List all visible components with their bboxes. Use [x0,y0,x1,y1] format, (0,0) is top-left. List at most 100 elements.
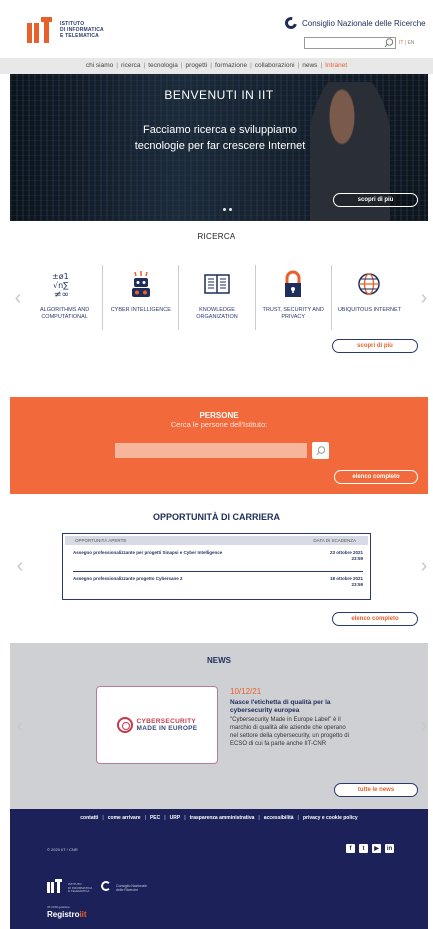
svg-text:±ø1: ±ø1 [52,272,69,281]
nav-item-formazione[interactable]: formazione [215,62,247,69]
news-body: "Cybersecurity Made in Europe Label" è i… [230,717,349,747]
main-nav: chi siamo | ricerca | tecnologia | progetti | fo… [0,58,433,74]
ricerca-item-label: KNOWLEDGE ORGANIZATION [196,307,238,320]
col-header-open: OPPORTUNITÀ APERTE [75,538,127,543]
registro-caption: IIT-CNR gestisce [47,905,70,909]
persone-search-input[interactable] [115,443,307,458]
nav-separator: | [180,62,183,69]
iit-logo-mark-icon [27,17,52,43]
ricerca-item-cyber-intelligence[interactable]: CYBER INTELLIGENCE [103,265,180,330]
carriera-table: OPPORTUNITÀ APERTE DATA DI SCADENZA Asse… [62,533,371,600]
footer-link-pec[interactable]: PEC [150,815,160,821]
facebook-icon[interactable]: f [346,844,355,853]
header: ISTITUTO DI INFORMATICA E TELEMATICA Con… [0,0,433,57]
search-icon [316,445,325,455]
ricerca-item-trust-security[interactable]: TRUST, SECURITY AND PRIVACY [256,265,332,330]
nav-item-intranet[interactable]: Intranet [325,62,347,69]
job-title[interactable]: Assegno professionalizzante per progetti… [73,550,233,556]
persone-subtitle: Cerca le persone dell'Istituto: [170,420,268,429]
nav-item-ricerca[interactable]: ricerca [121,62,141,69]
all-news-button[interactable]: tutte le news [334,783,418,797]
nav-separator: | [320,62,323,69]
search-icon[interactable] [383,37,395,49]
ricerca-title: RICERCA [197,232,236,241]
footer-link-come-arrivare[interactable]: come arrivare [108,815,141,821]
hero-title: BENVENUTI IN IIT [164,88,274,102]
persone-search-button[interactable] [312,442,329,459]
ricerca-item-algorithms[interactable]: ±ø1 √n∑ ≠∞ ALGORITHMS AND COMPUTATIONAL [27,265,104,330]
lang-separator: | [404,40,407,46]
cnr-logo[interactable]: Consiglio Nazionale delle Ricerche [282,14,426,32]
nav-separator: | [250,62,252,69]
footer-links: contatti | come arrivare | PEC | URP | trasparen… [80,815,358,821]
footer-iit-logo-icon[interactable] [47,879,62,893]
carriera-full-list-button[interactable]: elenco completo [332,612,418,626]
cybersecurity-badge-icon [116,717,133,733]
nav-item-news[interactable]: news [302,62,317,69]
footer-link-contatti[interactable]: contatti [80,815,98,821]
news-card-label: CYBERSECURITY MADE IN EUROPE [136,718,198,732]
footer-cnr-logo-icon[interactable] [101,881,111,891]
nav-separator: | [297,62,300,69]
registro-logo[interactable]: Registroiit [47,910,87,919]
carriera-table-header: OPPORTUNITÀ APERTE DATA DI SCADENZA [65,536,368,545]
nav-separator: | [116,62,118,69]
news-title: NEWS [207,656,231,665]
social-links: f t ▶ in [346,844,394,853]
cnr-name: Consiglio Nazionale delle Ricerche [302,18,426,28]
copyright: © 2020 IIT / CNR [47,847,78,852]
ricerca-item-ubiquitous[interactable]: UBIQUITOUS INTERNET [332,265,407,330]
hero-text: Facciamo ricerca e sviluppiamo tecnologi… [134,124,306,152]
ricerca-item-knowledge[interactable]: KNOWLEDGE ORGANIZATION [179,265,256,330]
hero-discover-button[interactable]: scopri di più [333,193,418,207]
carriera-next-arrow-icon[interactable]: › [418,556,430,576]
svg-text:√n∑: √n∑ [53,281,69,290]
footer-link-trasparenza[interactable]: trasparenza amministrativa [190,815,255,821]
ricerca-prev-arrow-icon[interactable]: ‹ [12,288,24,308]
carriera-prev-arrow-icon[interactable]: ‹ [14,556,26,576]
carousel-dots[interactable] [223,208,232,211]
iit-logo-text: ISTITUTO DI INFORMATICA E TELEMATICA [60,21,104,39]
news-next-arrow-icon[interactable]: › [418,716,430,736]
persone-section: PERSONE Cerca le persone dell'Istituto: … [10,397,428,494]
row-divider [73,571,363,572]
nav-item-progetti[interactable]: progetti [186,62,208,69]
persone-title: PERSONE [199,411,239,420]
nav-separator: | [210,62,212,69]
ricerca-discover-button[interactable]: scopri di più [332,339,418,353]
cnr-logo-mark-icon [282,14,300,32]
linkedin-icon[interactable]: in [385,844,394,853]
news-prev-arrow-icon[interactable]: ‹ [14,716,26,736]
footer-link-urp[interactable]: URP [170,815,181,821]
ricerca-item-label: ALGORITHMS AND COMPUTATIONAL [39,307,90,320]
carriera-title: OPPORTUNITÀ DI CARRIERA [152,512,280,522]
footer-link-privacy[interactable]: privacy e cookie policy [303,815,358,821]
robot-icon [126,269,156,299]
padlock-icon [278,269,308,299]
twitter-icon[interactable]: t [359,844,368,853]
footer-link-accessibilita[interactable]: accessibilità [264,815,294,821]
footer: contatti | come arrivare | PEC | URP | trasparen… [10,809,428,929]
job-deadline: 18 ottobre 2021 23:59 [329,576,363,587]
news-section: NEWS CYBERSECURITY MADE IN EUROPE 10/12/… [10,643,428,809]
globe-icon [354,269,384,299]
news-image-card[interactable]: CYBERSECURITY MADE IN EUROPE [96,686,218,764]
lang-it-link[interactable]: IT [399,40,403,46]
nav-item-collaborazioni[interactable]: collaborazioni [255,62,295,69]
nav-item-chi-siamo[interactable]: chi siamo [86,62,113,69]
svg-text:≠∞: ≠∞ [54,290,69,299]
ricerca-next-arrow-icon[interactable]: › [418,288,430,308]
language-switcher: IT | EN [399,40,414,46]
lang-en-link[interactable]: EN [407,40,414,46]
ricerca-carousel: ±ø1 √n∑ ≠∞ ALGORITHMS AND COMPUTATIONAL … [27,265,407,330]
ricerca-item-label: CYBER INTELLIGENCE [110,307,171,313]
youtube-icon[interactable]: ▶ [372,844,381,853]
footer-cnr-name: Consiglio Nazionale delle Ricerche [116,884,147,892]
job-title[interactable]: Assegno professionalizzante progetto Cyb… [73,576,233,582]
footer-iit-name: ISTITUTO DI INFORMATICA E TELEMATICA [68,882,93,893]
persone-full-list-button[interactable]: elenco completo [334,470,418,484]
nav-separator: | [143,62,146,69]
nav-item-tecnologia[interactable]: tecnologia [148,62,178,69]
iit-logo[interactable]: ISTITUTO DI INFORMATICA E TELEMATICA [27,17,104,43]
news-headline[interactable]: Nasce l'etichetta di qualità per la cybe… [230,699,350,714]
